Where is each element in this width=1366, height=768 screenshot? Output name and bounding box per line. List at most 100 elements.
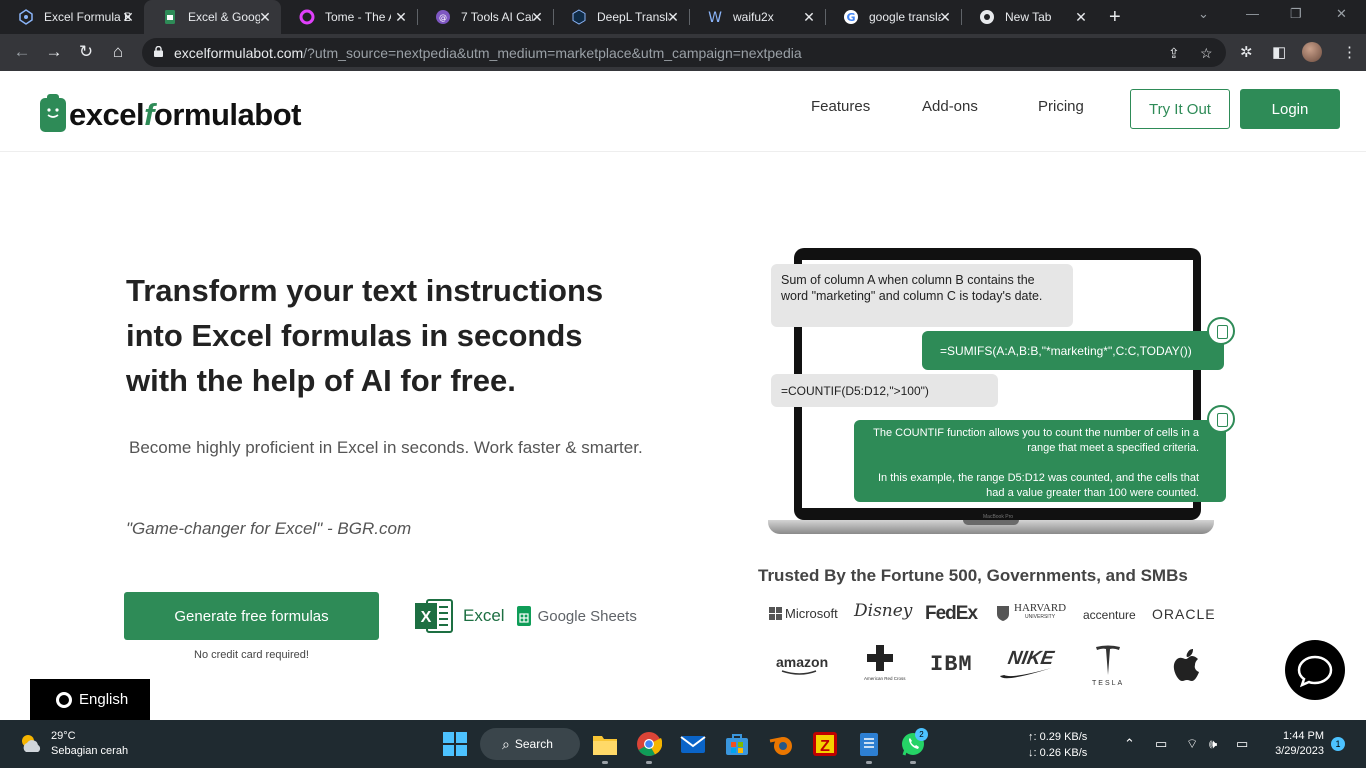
- browser-tab[interactable]: G google translate ✕: [825, 0, 961, 34]
- browser-tab[interactable]: Tome - The AI ✕: [281, 0, 417, 34]
- close-icon[interactable]: ✕: [393, 9, 409, 26]
- harvard-logo: HARVARD UNIVERSITY: [996, 603, 1066, 622]
- share-icon[interactable]: ⇪: [1168, 45, 1180, 62]
- site-header: excelformulabot Features Add-ons Pricing…: [0, 71, 1366, 152]
- nav-addons[interactable]: Add-ons: [922, 98, 978, 115]
- chat-question-bubble: Sum of column A when column B contains t…: [771, 264, 1073, 327]
- chat-button[interactable]: [1285, 640, 1345, 700]
- home-icon[interactable]: ⌂: [107, 42, 129, 62]
- nav-pricing[interactable]: Pricing: [1038, 98, 1084, 115]
- taskbar-clock[interactable]: 1:44 PM 3/29/2023: [1262, 729, 1324, 759]
- browser-tab[interactable]: New Tab ✕: [961, 0, 1097, 34]
- amazon-label: amazon: [776, 654, 829, 670]
- tab-title: Excel Formula Bot: [44, 10, 130, 24]
- tray-overflow-icon[interactable]: ⌃: [1124, 736, 1135, 752]
- login-button[interactable]: Login: [1240, 89, 1340, 129]
- notification-badge[interactable]: 1: [1331, 737, 1345, 751]
- close-icon[interactable]: ✕: [801, 9, 817, 26]
- running-indicator: [602, 761, 608, 764]
- side-panel-icon[interactable]: ◧: [1272, 43, 1286, 61]
- tab-title: DeepL Translate: [597, 10, 669, 24]
- minimize-icon[interactable]: —: [1246, 6, 1259, 21]
- language-switcher[interactable]: English: [30, 679, 150, 720]
- menu-icon[interactable]: ⋮: [1342, 43, 1357, 61]
- close-icon[interactable]: ✕: [257, 9, 273, 26]
- forward-icon[interactable]: →: [43, 42, 65, 62]
- taskbar-search[interactable]: ⌕ Search: [480, 728, 580, 760]
- svg-text:G: G: [846, 11, 855, 24]
- hero-title: Transform your text instructions into Ex…: [126, 268, 666, 403]
- input-method-icon[interactable]: ▭: [1155, 736, 1167, 752]
- google-sheets-label: Google Sheets: [537, 607, 637, 625]
- browser-tab[interactable]: W waifu2x ✕: [689, 0, 825, 34]
- tab-title: Tome - The AI: [325, 10, 391, 24]
- tab-title: 7 Tools AI Can: [461, 10, 533, 24]
- wifi-icon[interactable]: ⌔: [1186, 736, 1198, 752]
- tab-title: waifu2x: [733, 10, 774, 24]
- close-window-icon[interactable]: ✕: [1336, 6, 1347, 22]
- browser-tab[interactable]: @ 7 Tools AI Can ✕: [417, 0, 553, 34]
- battery-icon[interactable]: ▭: [1236, 736, 1248, 752]
- nav-features[interactable]: Features: [811, 98, 870, 115]
- tab-title: New Tab: [1005, 10, 1052, 24]
- chat-formula-bubble: =SUMIFS(A:A,B:B,"*marketing*",C:C,TODAY(…: [922, 331, 1224, 370]
- browser-tab[interactable]: DeepL Translate ✕: [553, 0, 689, 34]
- restore-icon[interactable]: ❐: [1290, 6, 1302, 22]
- disney-logo: Disney: [854, 601, 913, 621]
- close-icon[interactable]: ✕: [937, 9, 953, 26]
- harvard-sub: UNIVERSITY: [1025, 614, 1056, 620]
- browser-tab[interactable]: Excel Formula Bot ✕: [0, 0, 144, 34]
- browser-tab-active[interactable]: Excel & Google Sheets ✕: [144, 0, 281, 34]
- harvard-shield-icon: [997, 605, 1009, 621]
- weather-partly-cloudy-icon[interactable]: [18, 732, 44, 756]
- weather-widget[interactable]: 29°C Sebagian cerah: [51, 729, 128, 759]
- sheets-favicon: [162, 9, 178, 25]
- laptop-base: [768, 520, 1214, 534]
- extensions-icon[interactable]: ✲: [1240, 43, 1253, 61]
- lock-icon[interactable]: [154, 46, 163, 57]
- generate-formulas-button[interactable]: Generate free formulas: [124, 592, 379, 640]
- profile-avatar[interactable]: [1302, 42, 1322, 62]
- logo-f: f: [144, 97, 154, 132]
- close-icon[interactable]: ✕: [120, 9, 136, 26]
- copy-icon[interactable]: [1207, 405, 1235, 433]
- mail-icon[interactable]: [680, 731, 706, 757]
- close-icon[interactable]: ✕: [665, 9, 681, 26]
- laptop-notch: [963, 520, 1019, 525]
- chrome-icon[interactable]: [636, 731, 662, 757]
- tab-title: google translate: [869, 10, 941, 24]
- notepad-icon[interactable]: [856, 731, 882, 757]
- file-explorer-icon[interactable]: [592, 731, 618, 757]
- blender-icon[interactable]: [768, 731, 794, 757]
- tab-search-icon[interactable]: ⌄: [1198, 6, 1209, 22]
- bookmark-star-icon[interactable]: ☆: [1200, 45, 1213, 62]
- address-bar[interactable]: excelformulabot.com/?utm_source=nextpedi…: [142, 38, 1226, 67]
- back-icon[interactable]: ←: [11, 42, 33, 62]
- chat-explanation-bubble: The COUNTIF function allows you to count…: [854, 420, 1226, 502]
- logo-prefix: excel: [69, 97, 145, 132]
- copy-icon[interactable]: [1207, 317, 1235, 345]
- weather-temp: 29°C: [51, 730, 76, 742]
- new-tab-button[interactable]: +: [1109, 6, 1121, 29]
- oracle-logo: ORACLE: [1152, 606, 1216, 622]
- store-icon[interactable]: [724, 731, 750, 757]
- weather-desc: Sebagian cerah: [51, 745, 129, 757]
- no-credit-card-note: No credit card required!: [194, 649, 309, 661]
- close-icon[interactable]: ✕: [1073, 9, 1089, 26]
- waifu2x-favicon: W: [707, 9, 723, 26]
- clock-date: 3/29/2023: [1275, 745, 1324, 757]
- net-down: ↓: 0.26 KB/s: [1028, 747, 1088, 759]
- hero-subtitle: Become highly proficient in Excel in sec…: [129, 438, 643, 457]
- try-it-out-button[interactable]: Try It Out: [1130, 89, 1230, 129]
- microsoft-label: Microsoft: [785, 606, 838, 621]
- explanation-text: In this example, the range D5:D12 was co…: [877, 472, 1199, 499]
- amazon-smile-icon: [781, 670, 817, 675]
- whatsapp-badge: 2: [915, 728, 928, 741]
- site-logo[interactable]: excelformulabot: [40, 94, 301, 133]
- close-icon[interactable]: ✕: [529, 9, 545, 26]
- filezilla-icon[interactable]: Z: [812, 731, 838, 757]
- laptop-label: MacBook Pro: [983, 514, 1014, 520]
- windows-start-icon[interactable]: [442, 731, 468, 757]
- reload-icon[interactable]: ↻: [75, 42, 97, 62]
- volume-icon[interactable]: 🕪: [1209, 736, 1217, 752]
